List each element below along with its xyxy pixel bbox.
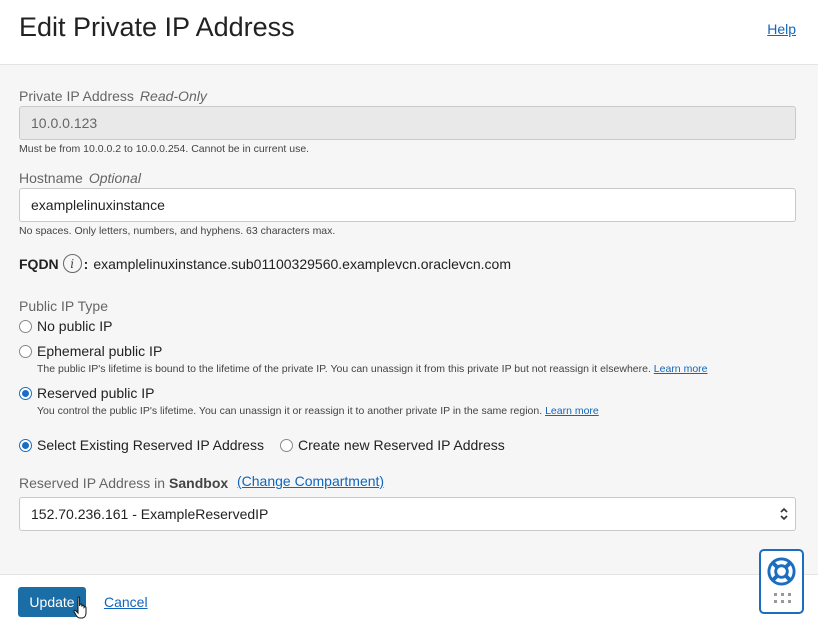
radio-button-checked[interactable] — [19, 438, 32, 452]
learn-more-link[interactable]: Learn more — [654, 363, 708, 375]
optional-tag: Optional — [88, 170, 141, 186]
compartment-name: Sandbox — [169, 475, 229, 491]
fqdn-value: examplelinuxinstance.sub01100329560.exam… — [93, 255, 512, 272]
info-icon[interactable]: i — [62, 254, 82, 273]
ephemeral-description-text: The public IP's lifetime is bound to the… — [37, 363, 651, 375]
help-link[interactable]: Help — [767, 21, 796, 37]
hostname-field[interactable]: examplelinuxinstance — [19, 188, 796, 222]
ephemeral-description: The public IP's lifetime is bound to the… — [37, 363, 708, 375]
radio-label: Reserved public IP — [37, 385, 155, 401]
radio-button[interactable] — [19, 344, 32, 358]
radio-button[interactable] — [280, 438, 293, 452]
support-widget[interactable] — [759, 549, 804, 614]
hostname-help: No spaces. Only letters, numbers, and hy… — [19, 225, 336, 237]
radio-label: Select Existing Reserved IP Address — [37, 437, 264, 453]
hand-cursor-icon — [73, 596, 87, 619]
radio-create-new-reserved[interactable]: Create new Reserved IP Address — [280, 437, 505, 453]
radio-select-existing-reserved[interactable]: Select Existing Reserved IP Address — [19, 437, 264, 453]
reserved-description: You control the public IP's lifetime. Yo… — [37, 405, 599, 417]
private-ip-label: Private IP Address Read-Only — [19, 88, 207, 104]
radio-reserved-public-ip[interactable]: Reserved public IP — [19, 385, 155, 401]
fqdn-colon: : — [83, 255, 89, 272]
radio-label: Ephemeral public IP — [37, 343, 163, 359]
radio-button[interactable] — [19, 319, 32, 333]
page-title: Edit Private IP Address — [19, 12, 295, 42]
read-only-tag: Read-Only — [139, 88, 207, 104]
hostname-label-text: Hostname — [19, 170, 83, 186]
fqdn-label: FQDN — [19, 255, 59, 272]
radio-button-checked[interactable] — [19, 386, 32, 400]
reserved-ip-label-text: Reserved IP Address in — [19, 475, 166, 491]
radio-label: Create new Reserved IP Address — [298, 437, 505, 453]
private-ip-label-text: Private IP Address — [19, 88, 134, 104]
lifebuoy-icon — [767, 557, 796, 586]
reserved-ip-select[interactable]: 152.70.236.161 - ExampleReservedIP — [19, 497, 796, 531]
drag-handle-icon[interactable] — [774, 593, 792, 605]
private-ip-help: Must be from 10.0.0.2 to 10.0.0.254. Can… — [19, 143, 310, 155]
public-ip-type-label: Public IP Type — [19, 298, 108, 314]
reserved-ip-selected-value: 152.70.236.161 - ExampleReservedIP — [31, 506, 269, 522]
cancel-link[interactable]: Cancel — [104, 594, 148, 610]
radio-ephemeral-public-ip[interactable]: Ephemeral public IP — [19, 343, 162, 359]
radio-no-public-ip[interactable]: No public IP — [19, 318, 112, 334]
change-compartment-link[interactable]: (Change Compartment) — [237, 473, 384, 489]
learn-more-link[interactable]: Learn more — [545, 405, 599, 417]
radio-label: No public IP — [37, 318, 113, 334]
dialog-header: Edit Private IP Address Help — [0, 0, 818, 65]
chevron-up-down-icon — [780, 507, 788, 521]
reserved-description-text: You control the public IP's lifetime. Yo… — [37, 405, 543, 417]
reserved-ip-label: Reserved IP Address in Sandbox — [19, 475, 228, 491]
fqdn-row: FQDN i : examplelinuxinstance.sub0110032… — [19, 254, 511, 273]
hostname-label: Hostname Optional — [19, 170, 141, 186]
private-ip-field: 10.0.0.123 — [19, 106, 796, 140]
dialog-footer: Update Cancel — [0, 574, 818, 625]
